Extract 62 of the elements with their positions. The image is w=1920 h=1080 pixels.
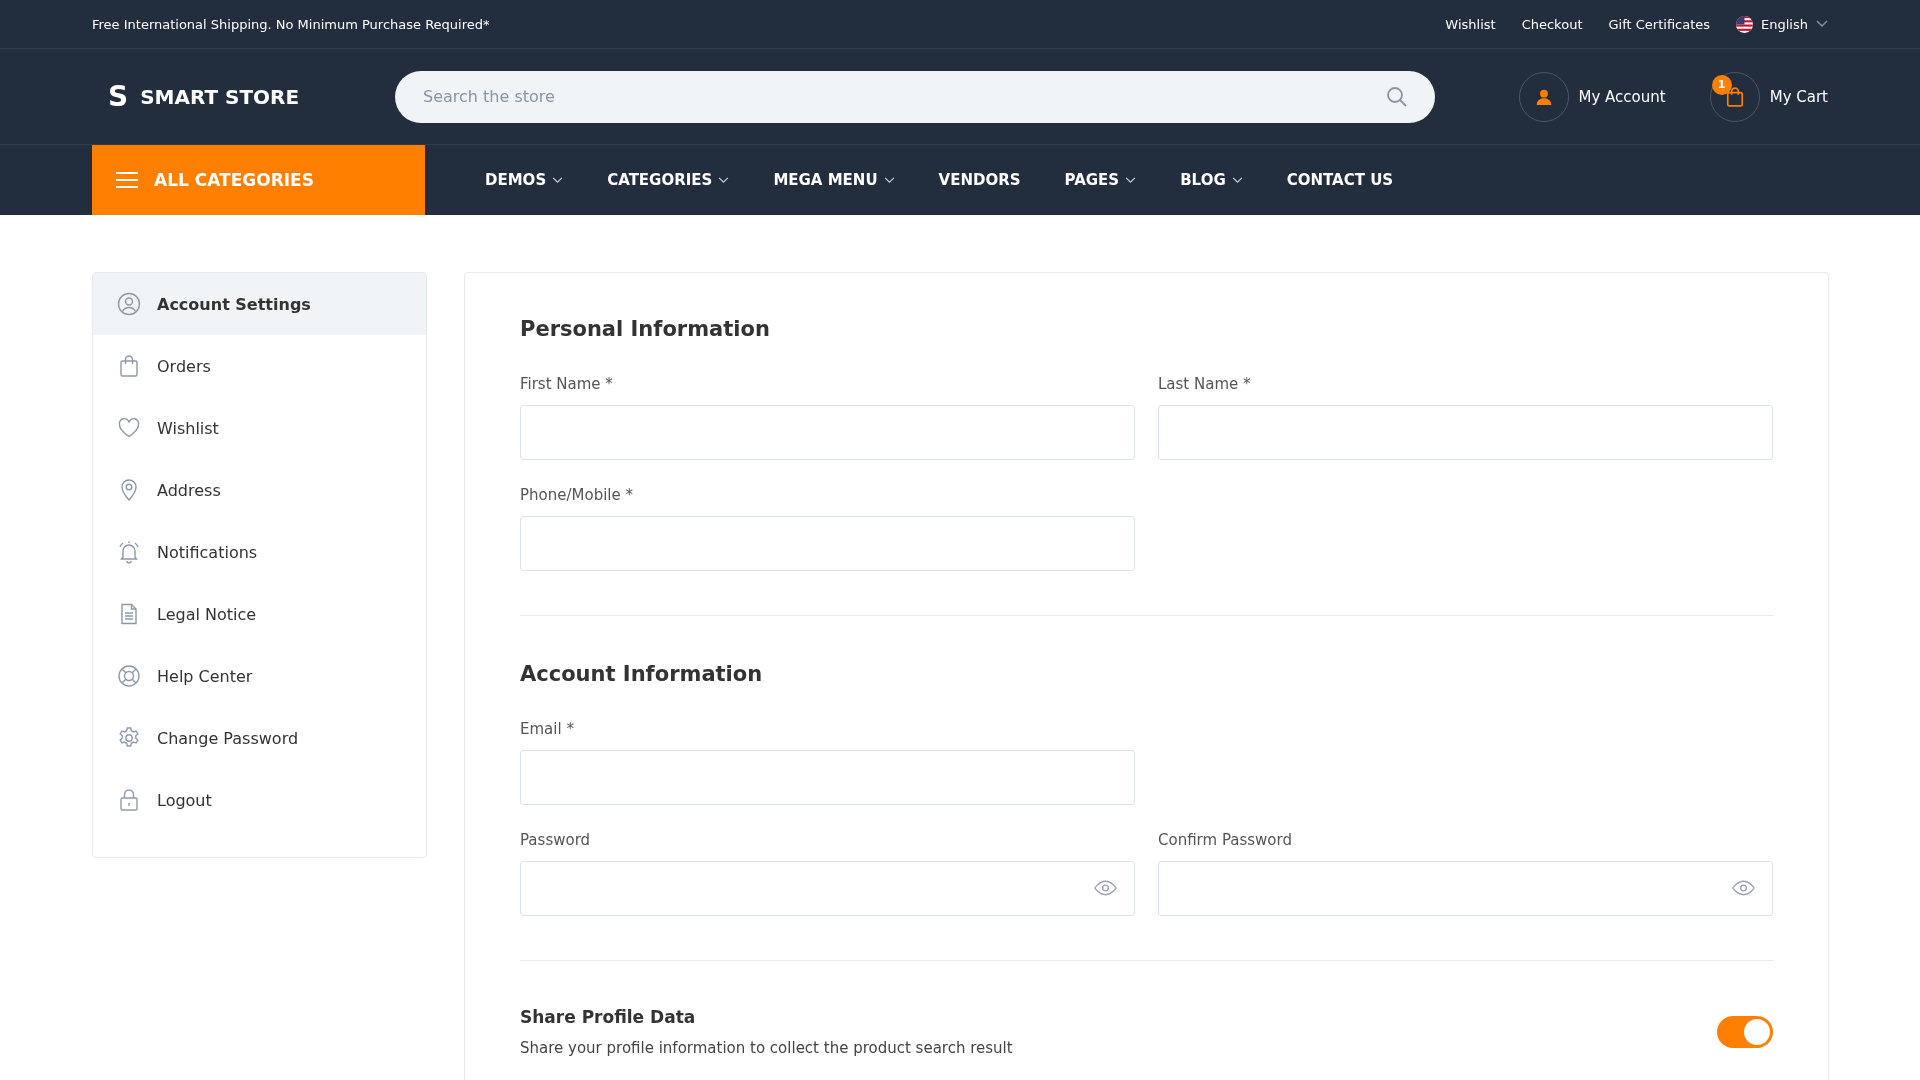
eye-icon[interactable] bbox=[1732, 880, 1755, 896]
input-field[interactable] bbox=[1158, 861, 1773, 916]
toggle-switch[interactable] bbox=[1717, 1016, 1773, 1048]
field-label: Confirm Password bbox=[1158, 831, 1293, 849]
sidebar-item[interactable]: Logout bbox=[93, 769, 426, 831]
nav-link[interactable]: VENDORS bbox=[938, 171, 1021, 189]
lock-icon bbox=[117, 788, 141, 812]
store-logo[interactable]: S SMART STORE bbox=[92, 80, 395, 113]
heart-icon bbox=[117, 416, 141, 440]
chevron-down-icon bbox=[883, 176, 895, 184]
top-link[interactable]: Wishlist bbox=[1445, 16, 1496, 32]
nav-link[interactable]: CATEGORIES bbox=[607, 171, 730, 189]
chevron-down-icon bbox=[1231, 176, 1243, 184]
announcement-text: Free International Shipping. No Minimum Purchase Required* bbox=[92, 16, 490, 32]
top-link[interactable]: Checkout bbox=[1521, 16, 1583, 32]
section-heading: Personal Information bbox=[520, 317, 771, 341]
input-field[interactable] bbox=[520, 516, 1135, 571]
field-label: Password bbox=[520, 831, 592, 849]
sidebar-item[interactable]: Account Settings bbox=[93, 273, 426, 335]
cart-count-badge: 1 bbox=[1711, 74, 1732, 95]
sidebar-item[interactable]: Address bbox=[93, 459, 426, 521]
my-cart-link[interactable]: 1 My Cart bbox=[1709, 71, 1828, 122]
share-profile-description: Share your profile information to collect the product search result bbox=[520, 1039, 1013, 1057]
top-link[interactable]: Gift Certificates bbox=[1608, 16, 1711, 32]
menu-icon bbox=[116, 172, 138, 188]
search-icon bbox=[1385, 84, 1409, 109]
input-field[interactable] bbox=[520, 861, 1135, 916]
sidebar-item[interactable]: Help Center bbox=[93, 645, 426, 707]
field-label: First Name * bbox=[520, 375, 614, 393]
sidebar-item[interactable]: Notifications bbox=[93, 521, 426, 583]
chevron-down-icon bbox=[1816, 20, 1828, 28]
eye-icon[interactable] bbox=[1094, 880, 1117, 896]
sidebar-item[interactable]: Legal Notice bbox=[93, 583, 426, 645]
lifebuoy-icon bbox=[117, 664, 141, 688]
nav-link[interactable]: CONTACT US bbox=[1286, 171, 1394, 189]
settings-icon bbox=[117, 726, 141, 750]
sidebar-item[interactable]: Orders bbox=[93, 335, 426, 397]
shopping-bag-icon bbox=[1725, 86, 1744, 107]
field-label: Email * bbox=[520, 720, 575, 738]
sidebar-item[interactable]: Wishlist bbox=[93, 397, 426, 459]
chevron-down-icon bbox=[718, 176, 730, 184]
field-label: Last Name * bbox=[1158, 375, 1252, 393]
search-field[interactable]: Search the store bbox=[395, 70, 1435, 123]
bell-icon bbox=[117, 540, 141, 564]
shopping-bag-icon bbox=[117, 354, 141, 378]
section-heading: Account Information bbox=[520, 662, 764, 686]
user-icon bbox=[117, 292, 141, 316]
input-field[interactable] bbox=[1158, 405, 1773, 460]
sidebar-item[interactable]: Change Password bbox=[93, 707, 426, 769]
input-field[interactable] bbox=[520, 750, 1135, 805]
my-account-link[interactable]: My Account bbox=[1518, 71, 1666, 122]
chevron-down-icon bbox=[552, 176, 564, 184]
flag-icon bbox=[1736, 15, 1754, 33]
input-field[interactable] bbox=[520, 405, 1135, 460]
nav-link[interactable]: MEGA MENU bbox=[773, 171, 895, 189]
share-profile-title: Share Profile Data bbox=[520, 1007, 697, 1027]
nav-link[interactable]: BLOG bbox=[1180, 171, 1243, 189]
field-label: Phone/Mobile * bbox=[520, 486, 634, 504]
nav-link[interactable]: PAGES bbox=[1064, 171, 1137, 189]
language-selector[interactable]: English bbox=[1736, 15, 1828, 33]
chevron-down-icon bbox=[1125, 176, 1137, 184]
nav-link[interactable]: DEMOS bbox=[485, 171, 564, 189]
